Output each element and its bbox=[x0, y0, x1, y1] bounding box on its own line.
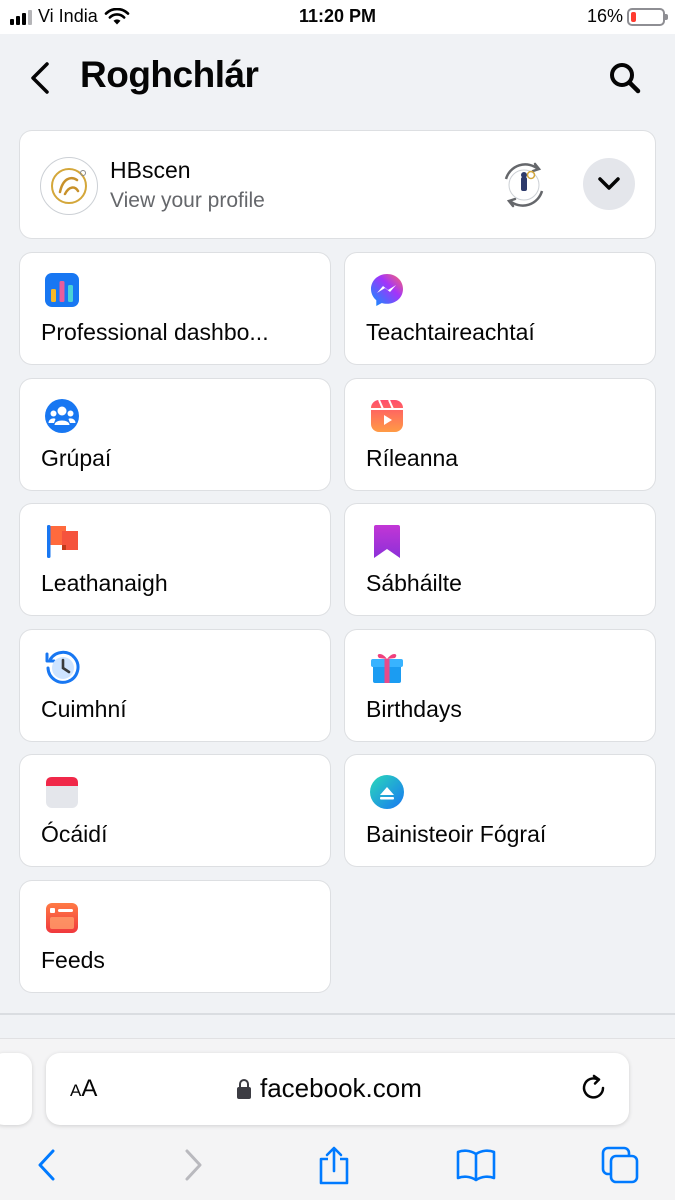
shortcut-groups[interactable]: Grúpaí bbox=[20, 379, 330, 490]
feeds-icon bbox=[46, 903, 78, 933]
back-button[interactable] bbox=[22, 58, 58, 98]
shortcut-label: Grúpaí bbox=[41, 445, 112, 471]
birthday-gift-icon bbox=[371, 653, 403, 683]
lock-icon bbox=[237, 1078, 251, 1099]
shortcut-professional-dashboard[interactable]: Professional dashbo... bbox=[20, 253, 330, 364]
search-button[interactable] bbox=[605, 58, 645, 98]
url-display[interactable]: facebook.com bbox=[236, 1073, 422, 1104]
memories-clock-icon bbox=[45, 650, 80, 684]
url-text: facebook.com bbox=[260, 1073, 422, 1103]
shortcut-label: Bainisteoir Fógraí bbox=[366, 821, 547, 847]
reels-icon bbox=[371, 399, 403, 432]
ads-manager-icon bbox=[370, 775, 404, 809]
events-calendar-icon bbox=[46, 777, 78, 808]
profile-card[interactable]: HBscen View your profile bbox=[20, 131, 655, 238]
share-icon bbox=[319, 1146, 349, 1185]
avatar[interactable] bbox=[40, 157, 98, 215]
page-header: Roghchlár bbox=[0, 34, 675, 130]
shortcut-ads-manager[interactable]: Bainisteoir Fógraí bbox=[345, 755, 655, 866]
shortcut-birthdays[interactable]: Birthdays bbox=[345, 630, 655, 741]
shortcut-memories[interactable]: Cuimhní bbox=[20, 630, 330, 741]
browser-back-button[interactable] bbox=[25, 1143, 69, 1187]
shortcut-label: Feeds bbox=[41, 947, 105, 973]
chevron-left-icon bbox=[38, 1149, 55, 1181]
book-icon bbox=[456, 1149, 496, 1182]
view-profile-link[interactable]: View your profile bbox=[110, 189, 265, 213]
messenger-icon bbox=[371, 274, 403, 306]
chevron-left-icon bbox=[31, 62, 49, 94]
groups-icon bbox=[45, 399, 79, 433]
switch-profile-button[interactable] bbox=[498, 159, 550, 211]
profile-name: HBscen bbox=[110, 157, 191, 183]
pages-flag-icon bbox=[47, 525, 78, 558]
search-icon bbox=[610, 63, 641, 94]
shortcut-label: Ócáidí bbox=[41, 821, 108, 847]
dashboard-icon bbox=[45, 273, 79, 307]
shortcut-label: Sábháilte bbox=[366, 570, 462, 596]
saved-bookmark-icon bbox=[374, 525, 400, 558]
browser-forward-button[interactable] bbox=[171, 1143, 215, 1187]
profile-logo-icon bbox=[51, 168, 87, 204]
address-bar[interactable]: AA facebook.com bbox=[46, 1053, 629, 1125]
shortcut-feeds[interactable]: Feeds bbox=[20, 881, 330, 992]
status-bar: Vi India 11:20 PM 16% bbox=[0, 0, 675, 34]
clock: 11:20 PM bbox=[298, 6, 377, 26]
shortcut-pages[interactable]: Leathanaigh bbox=[20, 504, 330, 615]
previous-tab-preview[interactable] bbox=[0, 1053, 32, 1125]
shortcut-saved[interactable]: Sábháilte bbox=[345, 504, 655, 615]
switch-profile-icon bbox=[504, 162, 544, 208]
reload-icon[interactable] bbox=[579, 1073, 609, 1103]
shortcut-label: Birthdays bbox=[366, 696, 462, 722]
tabs-button[interactable] bbox=[598, 1143, 642, 1187]
tabs-icon bbox=[601, 1146, 639, 1184]
shortcut-reels[interactable]: Ríleanna bbox=[345, 379, 655, 490]
browser-chrome: AA facebook.com bbox=[0, 1038, 675, 1200]
account-dropdown-button[interactable] bbox=[583, 158, 635, 210]
chevron-down-icon bbox=[598, 177, 620, 190]
bookmarks-button[interactable] bbox=[454, 1143, 498, 1187]
battery-icon bbox=[627, 7, 668, 26]
chevron-right-icon bbox=[185, 1149, 202, 1181]
shortcut-events[interactable]: Ócáidí bbox=[20, 755, 330, 866]
share-button[interactable] bbox=[312, 1143, 356, 1187]
shortcut-label: Teachtaireachtaí bbox=[366, 319, 535, 345]
battery-status: 16% bbox=[586, 6, 668, 27]
section-divider bbox=[0, 1013, 675, 1015]
battery-percent: 16% bbox=[586, 6, 623, 26]
shortcut-label: Ríleanna bbox=[366, 445, 459, 471]
text-size-button[interactable]: AA bbox=[70, 1075, 97, 1103]
shortcut-label: Cuimhní bbox=[41, 696, 127, 722]
shortcut-label: Leathanaigh bbox=[41, 570, 168, 596]
shortcut-label: Professional dashbo... bbox=[41, 319, 269, 345]
shortcut-messages[interactable]: Teachtaireachtaí bbox=[345, 253, 655, 364]
page-title: Roghchlár bbox=[80, 54, 259, 95]
